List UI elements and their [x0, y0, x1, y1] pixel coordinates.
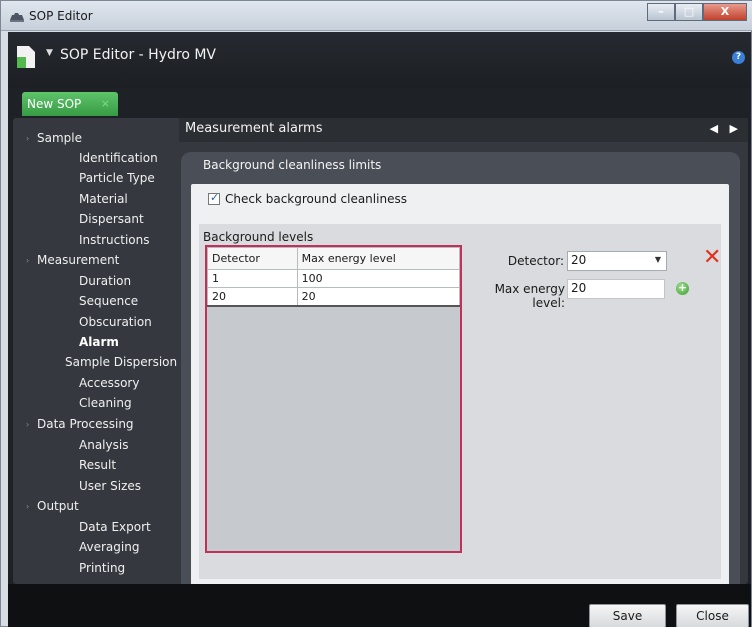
- close-button[interactable]: Close: [676, 604, 749, 627]
- checkbox-checked-icon[interactable]: [208, 191, 220, 205]
- table-row[interactable]: 20 20: [207, 287, 461, 307]
- app-title: SOP Editor - Hydro MV: [60, 47, 217, 63]
- nav-item-material[interactable]: Material: [79, 192, 128, 206]
- nav-item-dispersant[interactable]: Dispersant: [79, 212, 144, 226]
- page-title: Measurement alarms: [185, 121, 323, 136]
- background-levels-label: Background levels: [203, 230, 314, 244]
- window-title: SOP Editor: [29, 9, 93, 23]
- chevron-down-icon: ▼: [654, 255, 661, 264]
- table-cell[interactable]: 1: [207, 269, 298, 288]
- panel-title: Background cleanliness limits: [203, 158, 382, 172]
- nav-item-identification[interactable]: Identification: [79, 151, 158, 165]
- checkbox-label: Check background cleanliness: [225, 192, 407, 206]
- detector-select-value: 20: [571, 253, 587, 267]
- nav-group-measurement[interactable]: Measurement: [37, 253, 119, 267]
- expand-arrow-icon[interactable]: ›: [26, 502, 29, 511]
- detector-select[interactable]: 20 ▼: [567, 251, 667, 271]
- help-icon[interactable]: ?: [732, 51, 745, 64]
- nav-item-analysis[interactable]: Analysis: [79, 438, 128, 452]
- background-levels-table: Detector Max energy level 1 100 20 20: [205, 245, 462, 553]
- expand-arrow-icon[interactable]: ›: [26, 420, 29, 429]
- check-background-cleanliness[interactable]: Check background cleanliness: [208, 191, 407, 206]
- nav-item-averaging[interactable]: Averaging: [79, 540, 139, 554]
- window-titlebar[interactable]: SOP Editor – □ X: [1, 1, 752, 31]
- nav-item-sequence[interactable]: Sequence: [79, 294, 138, 308]
- window-controls: – □ X: [647, 3, 747, 23]
- nav-item-user-sizes[interactable]: User Sizes: [79, 479, 141, 493]
- nav-item-obscuration[interactable]: Obscuration: [79, 315, 152, 329]
- tab-new-sop[interactable]: New SOP ×: [22, 92, 118, 116]
- nav-group-sample[interactable]: Sample: [37, 131, 82, 145]
- document-icon[interactable]: [16, 45, 36, 69]
- nav-group-sample-dispersion[interactable]: Sample Dispersion: [65, 355, 177, 369]
- column-header-detector[interactable]: Detector: [207, 247, 298, 270]
- add-icon[interactable]: +: [676, 282, 689, 295]
- max-energy-level-label: Max energy level:: [494, 282, 565, 310]
- column-header-max-energy[interactable]: Max energy level: [296, 247, 461, 270]
- nav-item-cleaning[interactable]: Cleaning: [79, 396, 132, 410]
- sidebar-nav: › Sample Identification Particle Type Ma…: [13, 118, 179, 584]
- minimize-button[interactable]: –: [647, 3, 675, 21]
- save-button[interactable]: Save: [589, 604, 666, 627]
- nav-item-alarm[interactable]: Alarm: [79, 335, 119, 349]
- app-area: ▼ SOP Editor - Hydro MV ? New SOP × › Sa…: [8, 32, 751, 627]
- page-nav-arrows-icon[interactable]: ◀ ▶: [710, 122, 742, 135]
- sop-editor-window: SOP Editor – □ X ▼ SOP Editor - Hydro MV…: [0, 0, 752, 627]
- content-header: Measurement alarms ◀ ▶: [179, 118, 748, 142]
- max-energy-level-input[interactable]: 20: [567, 279, 665, 299]
- delete-icon[interactable]: ✕: [703, 247, 721, 269]
- app-logo-icon: [10, 13, 24, 22]
- nav-item-duration[interactable]: Duration: [79, 274, 131, 288]
- nav-item-instructions[interactable]: Instructions: [79, 233, 149, 247]
- nav-item-accessory[interactable]: Accessory: [79, 376, 139, 390]
- expand-arrow-icon[interactable]: ›: [26, 134, 29, 143]
- nav-item-particle-type[interactable]: Particle Type: [79, 171, 155, 185]
- nav-group-output[interactable]: Output: [37, 499, 79, 513]
- close-window-button[interactable]: X: [703, 3, 747, 21]
- nav-group-data-processing[interactable]: Data Processing: [37, 417, 134, 431]
- expand-arrow-icon[interactable]: ›: [26, 256, 29, 265]
- detector-label: Detector:: [507, 254, 564, 268]
- menu-dropdown-icon[interactable]: ▼: [46, 48, 53, 58]
- table-row[interactable]: 1 100: [207, 269, 461, 288]
- nav-item-data-export[interactable]: Data Export: [79, 520, 151, 534]
- nav-item-printing[interactable]: Printing: [79, 561, 125, 575]
- tab-close-icon[interactable]: ×: [101, 97, 110, 110]
- table-cell[interactable]: 100: [296, 269, 461, 288]
- app-header: ▼ SOP Editor - Hydro MV ?: [8, 32, 751, 88]
- nav-item-result[interactable]: Result: [79, 458, 116, 472]
- table-cell[interactable]: 20: [296, 287, 461, 307]
- tab-label: New SOP: [27, 97, 82, 111]
- max-energy-level-value: 20: [571, 281, 587, 295]
- table-cell[interactable]: 20: [207, 287, 298, 307]
- maximize-button[interactable]: □: [675, 3, 703, 21]
- levels-grid: Detector Max energy level 1 100 20 20: [207, 247, 461, 307]
